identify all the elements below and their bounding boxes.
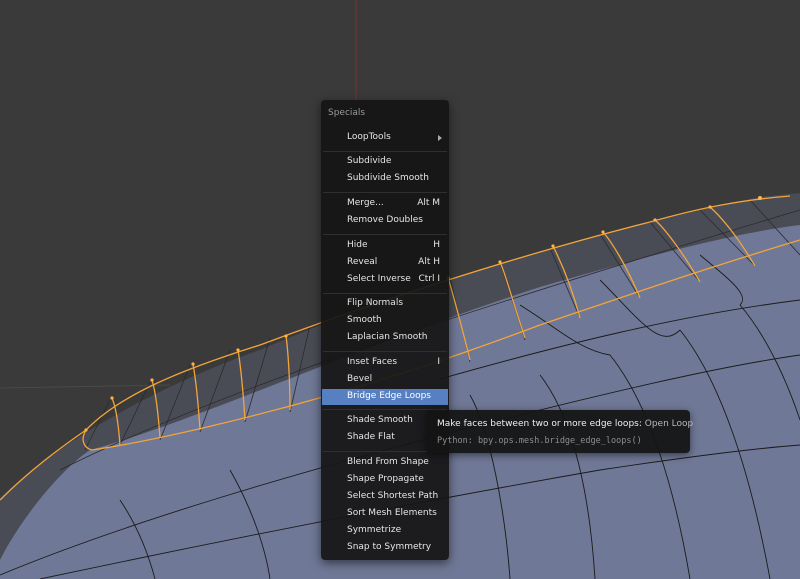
menu-item-subdivide[interactable]: Subdivide — [322, 154, 448, 170]
menu-item-label: Subdivide — [347, 156, 392, 166]
menu-item-label: Hide — [347, 240, 368, 250]
menu-item-label: Flip Normals — [347, 298, 404, 308]
menu-item-shortcut: Alt M — [417, 198, 440, 208]
menu-item-label: Reveal — [347, 257, 378, 267]
menu-item-label: Shape Propagate — [347, 474, 424, 484]
menu-item-label: Bevel — [347, 374, 373, 384]
menu-item-label: Sort Mesh Elements — [347, 508, 437, 518]
menu-item-label: Subdivide Smooth — [347, 173, 430, 183]
tooltip-value: Open Loop — [644, 419, 694, 429]
menu-separator — [323, 351, 447, 352]
menu-item-label: Select Shortest Path — [347, 491, 439, 501]
menu-item-shortcut: I — [437, 357, 440, 367]
menu-item-shape-propagate[interactable]: Shape Propagate — [322, 472, 448, 488]
operator-tooltip: Make faces between two or more edge loop… — [426, 410, 693, 453]
menu-item-label: Bridge Edge Loops — [347, 391, 431, 401]
tooltip-description: Make faces between two or more edge loop… — [437, 419, 642, 429]
menu-item-bridge-edge-loops[interactable]: Bridge Edge Loops — [322, 389, 448, 405]
menu-item-select-shortest-path[interactable]: Select Shortest Path — [322, 489, 448, 505]
menu-separator — [323, 293, 447, 294]
menu-item-label: Merge... — [347, 198, 384, 208]
menu-item-subdivide-smooth[interactable]: Subdivide Smooth — [322, 171, 448, 187]
menu-item-label: Symmetrize — [347, 525, 402, 535]
menu-item-label: Shade Flat — [347, 432, 395, 442]
menu-item-label: Select Inverse — [347, 274, 411, 284]
menu-item-label: Snap to Symmetry — [347, 542, 432, 552]
menu-separator — [323, 151, 447, 152]
menu-item-shortcut: Ctrl I — [418, 274, 440, 284]
menu-item-label: Shade Smooth — [347, 415, 413, 425]
menu-item-shortcut: H — [433, 240, 440, 250]
menu-item-merge[interactable]: Merge... Alt M — [322, 196, 448, 212]
menu-separator — [323, 234, 447, 235]
menu-item-label: Laplacian Smooth — [347, 332, 428, 342]
menu-item-label: LoopTools — [347, 132, 391, 142]
specials-menu: Specials LoopTools Subdivide Subdivide S… — [321, 100, 449, 560]
submenu-arrow-icon — [438, 135, 442, 141]
menu-item-remove-doubles[interactable]: Remove Doubles — [322, 213, 448, 229]
menu-item-snap-to-symmetry[interactable]: Snap to Symmetry — [322, 540, 448, 556]
menu-item-laplacian-smooth[interactable]: Laplacian Smooth — [322, 330, 448, 346]
menu-item-shortcut: Alt H — [418, 257, 440, 267]
menu-item-label: Smooth — [347, 315, 382, 325]
menu-item-label: Remove Doubles — [347, 215, 423, 225]
menu-title: Specials — [328, 108, 366, 118]
menu-item-label: Inset Faces — [347, 357, 398, 367]
menu-item-inset-faces[interactable]: Inset Faces I — [322, 355, 448, 371]
menu-item-symmetrize[interactable]: Symmetrize — [322, 523, 448, 539]
menu-item-smooth[interactable]: Smooth — [322, 313, 448, 329]
menu-item-select-inverse[interactable]: Select Inverse Ctrl I — [322, 272, 448, 288]
menu-item-looptools[interactable]: LoopTools — [322, 130, 448, 146]
menu-item-blend-from-shape[interactable]: Blend From Shape — [322, 455, 448, 471]
menu-item-label: Blend From Shape — [347, 457, 429, 467]
menu-item-sort-mesh-elements[interactable]: Sort Mesh Elements — [322, 506, 448, 522]
menu-item-reveal[interactable]: Reveal Alt H — [322, 255, 448, 271]
tooltip-python: Python: bpy.ops.mesh.bridge_edge_loops() — [437, 436, 642, 446]
menu-separator — [323, 192, 447, 193]
menu-item-flip-normals[interactable]: Flip Normals — [322, 296, 448, 312]
menu-item-hide[interactable]: Hide H — [322, 238, 448, 254]
menu-item-bevel[interactable]: Bevel — [322, 372, 448, 388]
tooltip-description-line: Make faces between two or more edge loop… — [437, 419, 693, 429]
